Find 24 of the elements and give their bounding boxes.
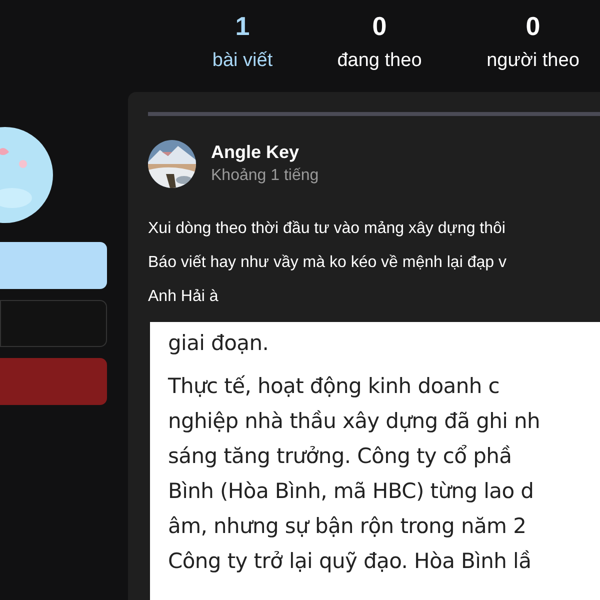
post-text: Xui dòng theo thời đầu tư vào mảng xây dựng thôi	[148, 219, 506, 239]
stat-count: 0	[372, 10, 387, 42]
document-text: giai đoạn.	[168, 330, 269, 357]
post-time: Khoảng 1 tiếng	[211, 166, 319, 186]
document-text: Thực tế, hoạt động kinh doanh c	[168, 373, 500, 400]
stat-label: người theo	[486, 49, 580, 73]
stat-tab[interactable]: 0 đang theo	[311, 0, 448, 92]
stat-tab[interactable]: 0 người theo	[448, 0, 600, 92]
stat-count: 1	[235, 10, 250, 42]
document-text: sáng tăng trưởng. Công ty cổ phầ	[168, 443, 512, 470]
profile-button[interactable]	[0, 300, 107, 347]
stat-label: đang theo	[337, 49, 422, 73]
author-name[interactable]: Angle Key	[211, 140, 319, 164]
profile-button[interactable]	[0, 358, 107, 405]
document-text: nghiệp nhà thầu xây dựng đã ghi nh	[168, 408, 540, 435]
document-text: âm, nhưng sự bận rộn trong năm 2	[168, 513, 526, 540]
post-text: Anh Hải à	[148, 287, 218, 307]
stat-tab[interactable]: 1 bài viết	[174, 0, 311, 92]
stat-label: bài viết	[212, 49, 273, 73]
document-text: Công ty trở lại quỹ đạo. Hòa Bình lầ	[168, 548, 532, 575]
post-text: Báo viết hay như vầy mà ko kéo về mệnh lại đạp v	[148, 253, 506, 273]
document-text: Bình (Hòa Bình, mã HBC) từng lao d	[168, 478, 534, 505]
profile-button[interactable]	[0, 242, 107, 289]
stat-count: 0	[526, 10, 540, 42]
